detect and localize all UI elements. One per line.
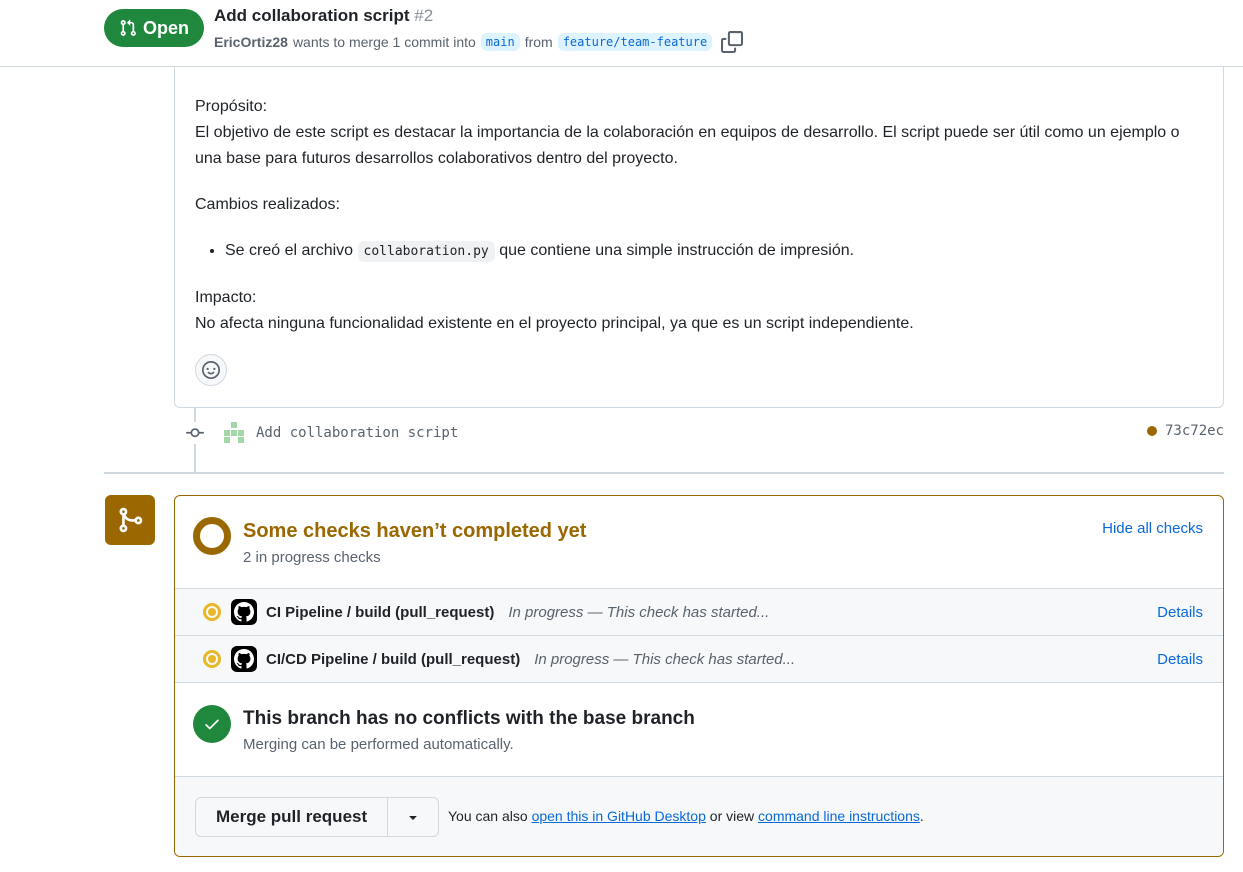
check-name: CI/CD Pipeline / build (pull_request) [266,650,521,668]
commit-sha-link[interactable]: 73c72ec [1165,423,1224,439]
check-details-link[interactable]: Details [1157,651,1203,668]
command-line-instructions-link[interactable]: command line instructions [758,808,920,824]
git-pull-request-icon [120,19,136,36]
pr-number: #2 [414,6,434,25]
impact-label: Impacto: [195,289,257,306]
purpose-label: Propósito: [195,98,268,115]
merge-pull-request-button[interactable]: Merge pull request [196,798,389,836]
merge-button-group: Merge pull request [195,797,440,837]
hide-all-checks-button[interactable]: Hide all checks [1102,520,1203,537]
conflicts-subtitle: Merging can be performed automatically. [243,736,514,753]
change-prefix: Se creó el archivo [225,242,354,259]
change-file-code: collaboration.py [357,241,495,262]
timeline-divider [104,472,1224,474]
github-icon [231,599,257,625]
commit-sha: 73c72ec [1146,423,1224,439]
conflicts-title: This branch has no conflicts with the ba… [243,708,695,729]
pr-state-badge: Open [104,9,204,47]
purpose-text: El objetivo de este script es destacar l… [195,124,1180,167]
checks-summary: Some checks haven’t completed yet 2 in p… [175,496,1223,589]
sticky-pr-header: Open Add collaboration script #2 EricOrt… [0,0,1243,67]
merge-method-dropdown[interactable] [388,798,438,836]
purpose-paragraph: Propósito: El objetivo de este script es… [195,94,1205,172]
merge-alt-middle: or view [709,808,755,824]
impact-paragraph: Impacto: No afecta ninguna funcionalidad… [195,285,1205,337]
merge-alt-prefix: You can also [448,808,528,824]
check-name: CI Pipeline / build (pull_request) [266,603,495,621]
github-icon [231,646,257,672]
timeline-commit-item: Add collaboration script 73c72ec [184,420,1224,446]
checks-subtitle: 2 in progress checks [243,549,381,566]
commit-message-link[interactable]: Add collaboration script [256,425,458,441]
git-merge-icon [105,495,155,545]
in-progress-dot-icon [203,650,221,668]
check-row: CI Pipeline / build (pull_request) In pr… [175,589,1223,636]
merge-alt-suffix: . [919,808,924,824]
comment-body: Propósito: El objetivo de este script es… [195,94,1205,357]
open-github-desktop-link[interactable]: open this in GitHub Desktop [532,808,706,824]
add-reaction-button[interactable] [195,354,227,386]
pr-meta: EricOrtiz28 wants to merge 1 commit into… [214,31,744,53]
merge-box: Some checks haven’t completed yet 2 in p… [174,495,1224,857]
check-details-link[interactable]: Details [1157,604,1203,621]
pr-author-link[interactable]: EricOrtiz28 [214,34,288,50]
pr-from-text: from [524,34,553,50]
copy-icon[interactable] [721,31,744,53]
check-icon [193,705,231,743]
base-branch-tag[interactable]: main [480,33,520,51]
in-progress-dot-icon [203,603,221,621]
list-item: Se creó el archivo collaboration.py que … [225,238,1205,265]
changes-label: Cambios realizados: [195,196,340,213]
commit-author-avatar[interactable] [224,422,246,444]
change-suffix: que contiene una simple instrucción de i… [499,242,855,259]
pr-title: Add collaboration script #2 [214,6,433,26]
pr-title-text: Add collaboration script [214,6,410,25]
impact-text: No afecta ninguna funcionalidad existent… [195,315,914,332]
pending-status-icon [193,517,231,555]
smiley-icon [202,361,220,379]
git-commit-icon [184,422,206,444]
merge-alternatives-text: You can also open this in GitHub Desktop… [448,808,924,824]
pr-merge-text: wants to merge 1 commit into [292,34,476,50]
commit-status-dot[interactable] [1146,426,1157,436]
merge-actions: Merge pull request You can also open thi… [175,777,1223,856]
pr-description-comment: Propósito: El objetivo de este script es… [174,40,1224,408]
check-row: CI/CD Pipeline / build (pull_request) In… [175,636,1223,683]
changes-list: Se creó el archivo collaboration.py que … [225,238,1205,265]
checks-title: Some checks haven’t completed yet [243,520,587,542]
pr-state-label: Open [142,17,189,38]
head-branch-tag[interactable]: feature/team-feature [557,33,713,51]
check-status-text: In progress — This check has started... [508,603,770,621]
triangle-down-icon [409,816,417,820]
conflicts-summary: This branch has no conflicts with the ba… [175,684,1223,777]
check-status-text: In progress — This check has started... [534,650,796,668]
